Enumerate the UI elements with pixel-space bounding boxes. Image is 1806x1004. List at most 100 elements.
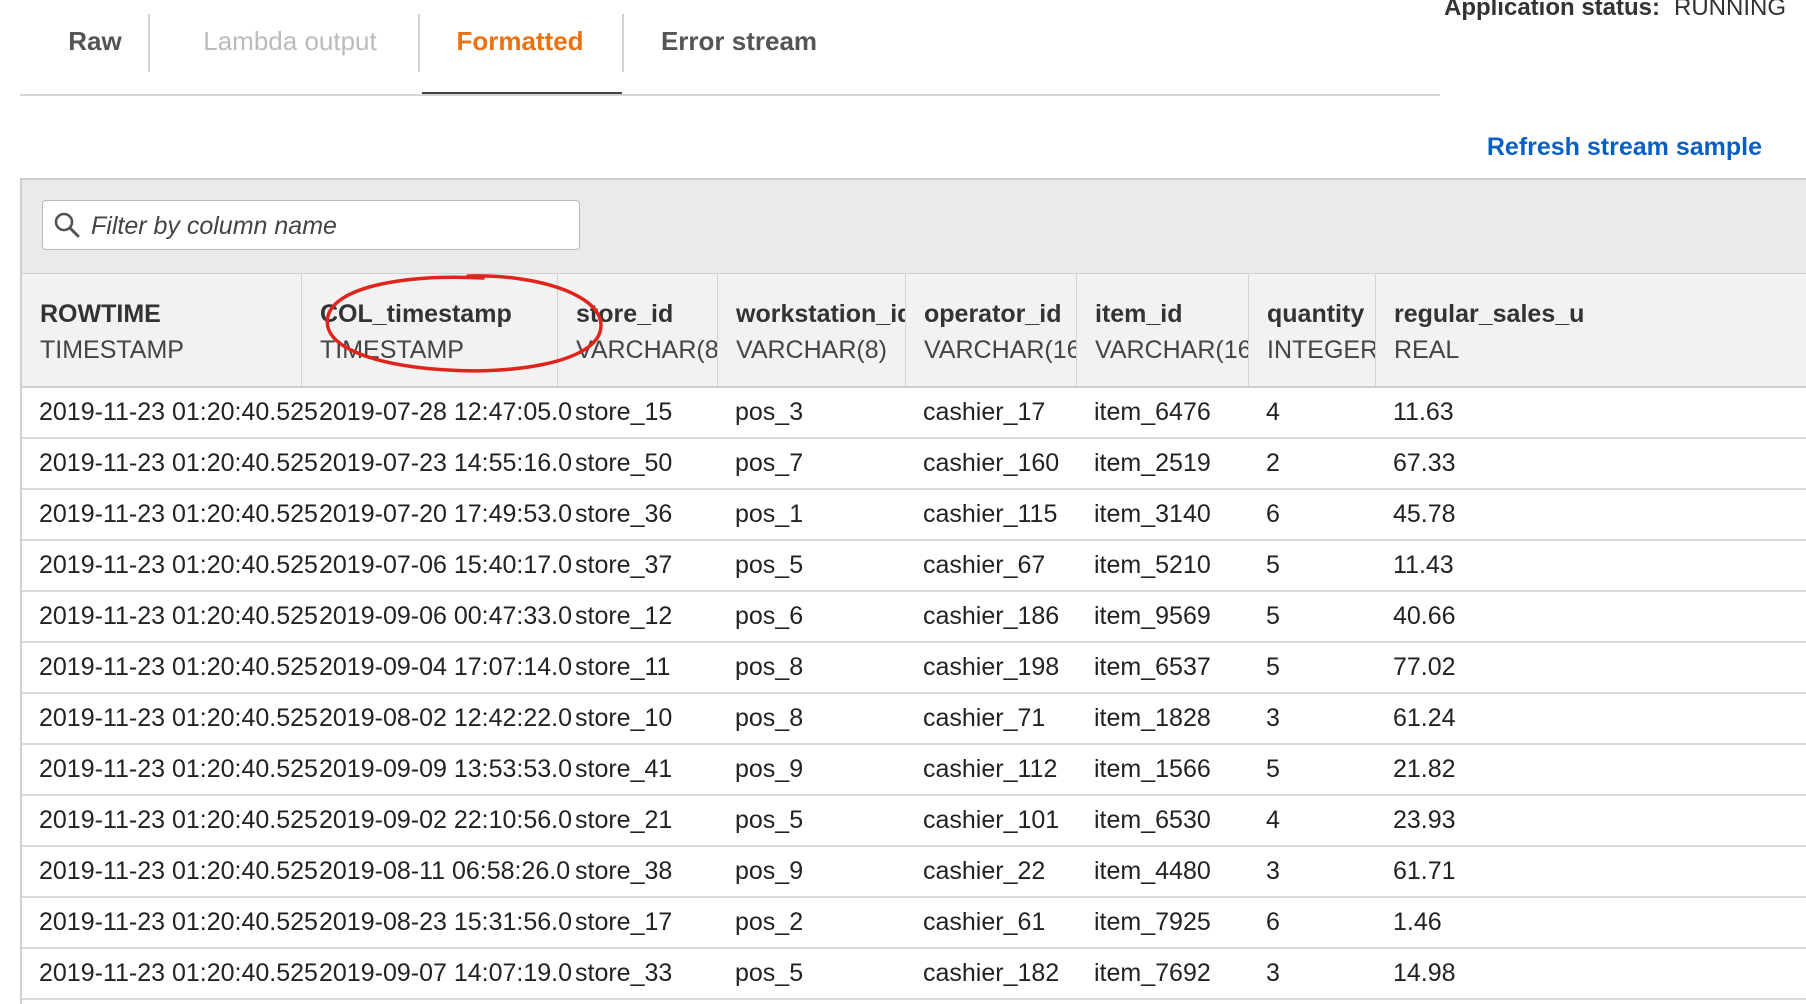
table-cell: store_33 — [575, 959, 673, 987]
table-cell: pos_8 — [735, 704, 804, 732]
table-row: 2019-11-23 01:20:40.525 2019-07-06 15:40:… — [22, 541, 1806, 592]
column-name: ROWTIME — [40, 300, 161, 328]
table-cell: store_15 — [575, 398, 673, 426]
table-cell: 2019-11-23 01:20:40.525 — [39, 857, 318, 885]
column-header-item-id[interactable]: item_id VARCHAR(16) — [1077, 274, 1249, 386]
table-cell: item_1566 — [1094, 755, 1211, 783]
column-header-col-timestamp[interactable]: COL_timestamp TIMESTAMP — [302, 274, 558, 386]
table-cell: store_21 — [575, 806, 673, 834]
table-cell: 5 — [1266, 602, 1280, 630]
table-cell: store_10 — [575, 704, 673, 732]
table-cell: 1.46 — [1393, 908, 1442, 936]
column-type: VARCHAR(16) — [924, 336, 1077, 364]
table-cell: 5 — [1266, 653, 1280, 681]
table-cell: 2019-11-23 01:20:40.525 — [39, 449, 318, 477]
table-cell: 2019-08-11 06:58:26.0 — [319, 857, 571, 885]
table-cell: cashier_61 — [923, 908, 1046, 936]
column-type: REAL — [1394, 336, 1460, 364]
table-cell: 4 — [1266, 806, 1280, 834]
table-cell: 5 — [1266, 755, 1280, 783]
table-row: 2019-11-23 01:20:40.525 2019-07-28 12:47:… — [22, 388, 1806, 439]
tab-formatted[interactable]: Formatted — [420, 14, 620, 72]
table-cell: 11.43 — [1393, 551, 1454, 579]
table-cell: item_2519 — [1094, 449, 1211, 477]
table-cell: pos_7 — [735, 449, 804, 477]
table-cell: 2019-09-06 00:47:33.0 — [319, 602, 572, 630]
column-type: TIMESTAMP — [40, 336, 184, 364]
table-cell: 2 — [1266, 449, 1280, 477]
table-cell: 6 — [1266, 500, 1280, 528]
table-cell: cashier_115 — [923, 500, 1058, 528]
table-cell: 2019-11-23 01:20:40.525 — [39, 755, 318, 783]
table-cell: store_17 — [575, 908, 673, 936]
column-type: VARCHAR(16) — [1095, 336, 1249, 364]
table-row: 2019-11-23 01:20:40.525 2019-09-09 13:53:… — [22, 745, 1806, 796]
table-cell: store_11 — [575, 653, 671, 681]
table-cell: cashier_112 — [923, 755, 1058, 783]
table-cell: 11.63 — [1393, 398, 1454, 426]
table-cell: 2019-09-04 17:07:14.0 — [319, 653, 572, 681]
filter-input[interactable] — [89, 201, 573, 251]
column-header-regular-sales-u[interactable]: regular_sales_u REAL — [1376, 274, 1806, 386]
column-type: TIMESTAMP — [320, 336, 464, 364]
table-row: 2019-11-23 01:20:40.525 2019-09-02 22:10:… — [22, 796, 1806, 847]
table-cell: 2019-11-23 01:20:40.525 — [39, 959, 318, 987]
table-cell: 5 — [1266, 551, 1280, 579]
table-cell: 2019-07-28 12:47:05.0 — [319, 398, 572, 426]
table-row: 2019-11-23 01:20:40.525 2019-07-23 14:55:… — [22, 439, 1806, 490]
table-cell: 2019-11-23 01:20:40.525 — [39, 806, 318, 834]
table-cell: item_7692 — [1094, 959, 1211, 987]
table-cell: 21.82 — [1393, 755, 1456, 783]
table-cell: 2019-11-23 01:20:40.525 — [39, 398, 318, 426]
filter-bar — [22, 180, 1806, 273]
table-cell: pos_9 — [735, 755, 804, 783]
table-cell: item_6530 — [1094, 806, 1211, 834]
table-cell: 61.24 — [1393, 704, 1456, 732]
table-cell: store_41 — [575, 755, 673, 783]
table-cell: item_5210 — [1094, 551, 1211, 579]
table-cell: store_12 — [575, 602, 673, 630]
table-cell: item_4480 — [1094, 857, 1211, 885]
column-name: regular_sales_u — [1394, 300, 1585, 328]
table-cell: 40.66 — [1393, 602, 1456, 630]
column-header-workstation-id[interactable]: workstation_id VARCHAR(8) — [718, 274, 906, 386]
data-table: ROWTIME TIMESTAMP COL_timestamp TIMESTAMP st… — [22, 273, 1806, 1000]
column-header-operator-id[interactable]: operator_id VARCHAR(16) — [906, 274, 1077, 386]
table-cell: item_7925 — [1094, 908, 1211, 936]
table-cell: cashier_71 — [923, 704, 1046, 732]
table-cell: item_9569 — [1094, 602, 1211, 630]
column-type: VARCHAR(8) — [576, 336, 718, 364]
refresh-stream-sample-link[interactable]: Refresh stream sample — [1487, 133, 1762, 162]
table-cell: 2019-07-06 15:40:17.0 — [319, 551, 572, 579]
column-type: VARCHAR(8) — [736, 336, 887, 364]
table-cell: 2019-11-23 01:20:40.525 — [39, 500, 318, 528]
table-cell: 2019-08-23 15:31:56.0 — [319, 908, 572, 936]
table-cell: 2019-11-23 01:20:40.525 — [39, 602, 318, 630]
table-cell: pos_5 — [735, 551, 804, 579]
table-cell: 2019-11-23 01:20:40.525 — [39, 908, 318, 936]
table-cell: 2019-07-20 17:49:53.0 — [319, 500, 572, 528]
active-tab-indicator — [422, 92, 622, 94]
table-cell: item_6476 — [1094, 398, 1211, 426]
table-cell: store_50 — [575, 449, 673, 477]
column-header-store-id[interactable]: store_id VARCHAR(8) — [558, 274, 718, 386]
table-cell: cashier_101 — [923, 806, 1060, 834]
table-cell: 2019-09-09 13:53:53.0 — [319, 755, 572, 783]
table-cell: item_3140 — [1094, 500, 1211, 528]
table-cell: store_36 — [575, 500, 673, 528]
tab-error-stream[interactable]: Error stream — [624, 14, 854, 72]
table-cell: store_38 — [575, 857, 673, 885]
column-name: item_id — [1095, 300, 1183, 328]
table-cell: 2019-09-07 14:07:19.0 — [319, 959, 572, 987]
table-cell: 2019-08-02 12:42:22.0 — [319, 704, 572, 732]
column-name: operator_id — [924, 300, 1062, 328]
table-cell: pos_3 — [735, 398, 804, 426]
column-name: store_id — [576, 300, 674, 328]
column-header-rowtime[interactable]: ROWTIME TIMESTAMP — [22, 274, 302, 386]
application-status: Application status: RUNNING — [1444, 0, 1786, 22]
table-cell: pos_1 — [735, 500, 804, 528]
column-header-quantity[interactable]: quantity INTEGER — [1249, 274, 1376, 386]
tab-raw[interactable]: Raw — [30, 14, 160, 72]
table-cell: 67.33 — [1393, 449, 1456, 477]
filter-field[interactable] — [42, 200, 580, 251]
